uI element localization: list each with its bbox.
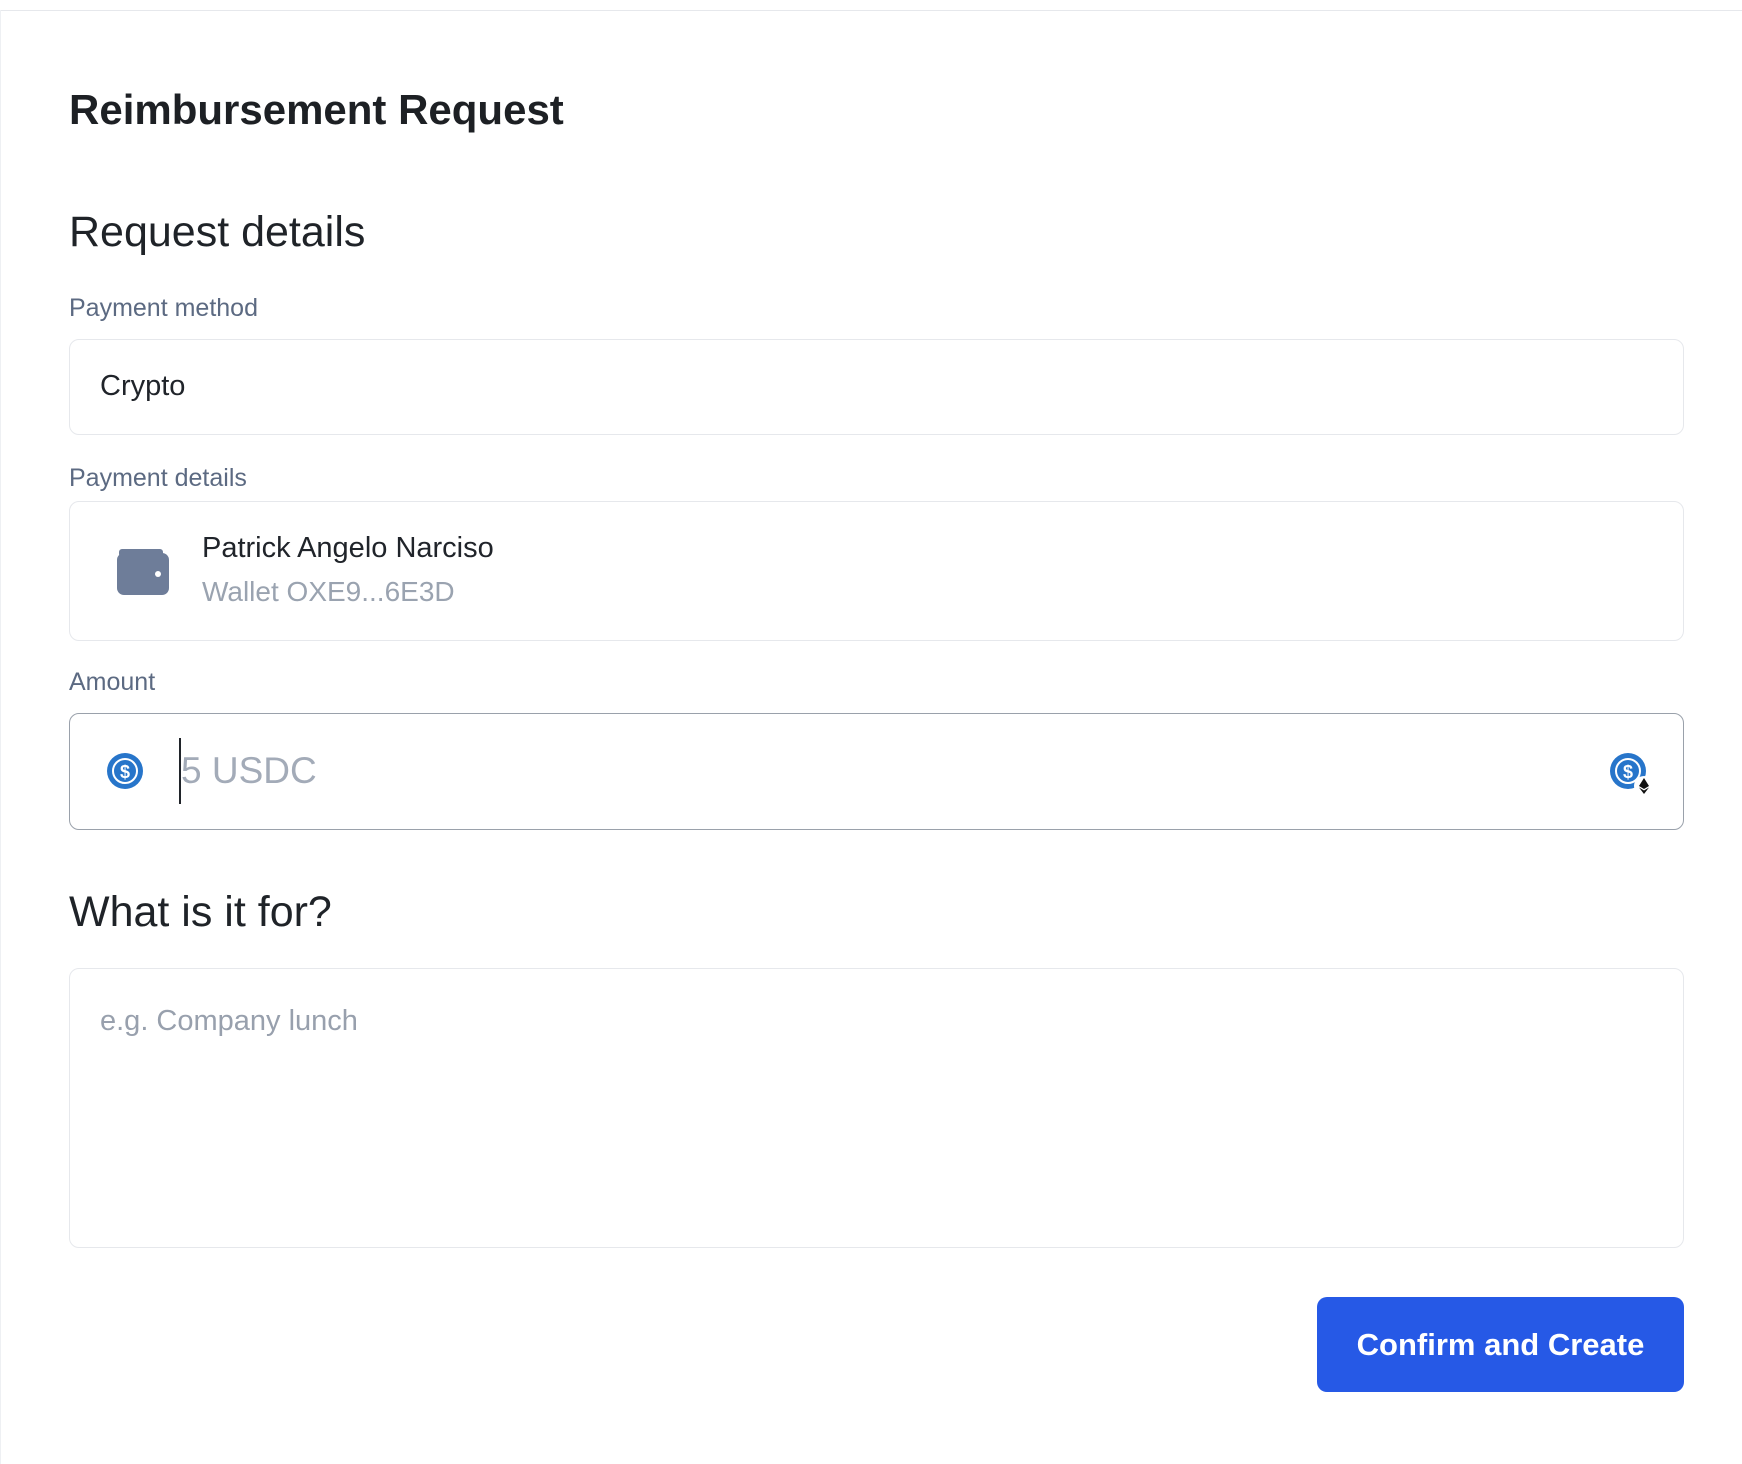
payment-method-value: Crypto <box>100 370 186 402</box>
payment-method-field[interactable]: Crypto <box>69 339 1684 435</box>
amount-field[interactable]: $ $ <box>69 713 1684 830</box>
usdc-ethereum-icon[interactable]: $ <box>1609 752 1655 798</box>
svg-text:$: $ <box>1623 762 1633 782</box>
top-divider <box>0 10 1742 11</box>
reimbursement-page: Reimbursement Request Request details Pa… <box>0 0 1742 1464</box>
page-title: Reimbursement Request <box>69 86 564 133</box>
payment-details-card[interactable]: Patrick Angelo Narciso Wallet OXE9...6E3… <box>69 501 1684 641</box>
payee-name: Patrick Angelo Narciso <box>202 532 494 564</box>
usdc-icon: $ <box>107 753 143 789</box>
amount-input[interactable] <box>179 738 1479 804</box>
confirm-and-create-button[interactable]: Confirm and Create <box>1317 1297 1684 1392</box>
wallet-icon <box>117 549 169 595</box>
payment-details-label: Payment details <box>69 464 247 492</box>
request-details-heading: Request details <box>69 208 366 256</box>
purpose-heading: What is it for? <box>69 888 332 936</box>
purpose-input[interactable] <box>70 969 1683 1247</box>
purpose-field[interactable] <box>69 968 1684 1248</box>
left-divider <box>0 10 1 1464</box>
amount-label: Amount <box>69 668 156 696</box>
wallet-address: Wallet OXE9...6E3D <box>202 576 455 607</box>
svg-text:$: $ <box>120 762 130 782</box>
payment-method-label: Payment method <box>69 294 258 322</box>
